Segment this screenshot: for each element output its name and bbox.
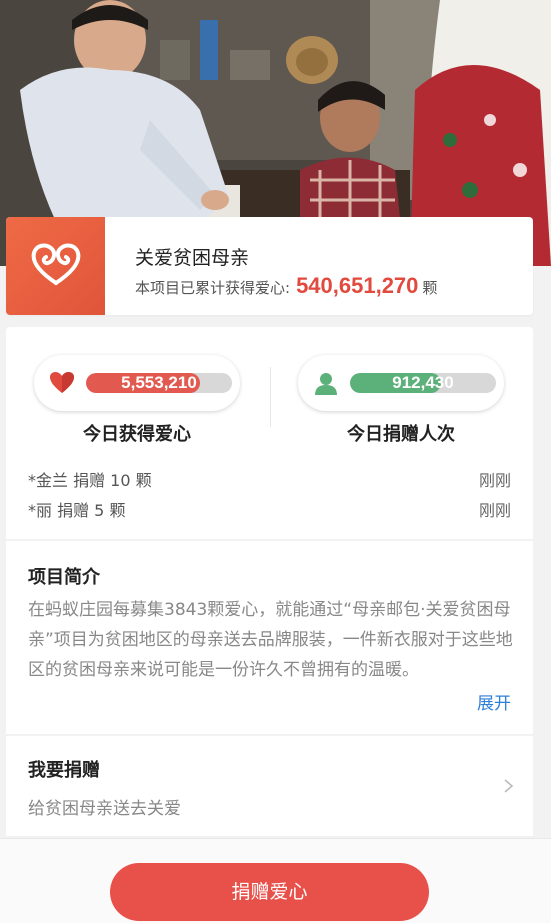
hearts-today-label: 今日获得爱心 [83, 424, 191, 445]
project-title: 关爱贫困母亲 [135, 247, 250, 269]
donate-section[interactable]: 我要捐赠 给贫困母亲送去关爱 [6, 736, 533, 836]
bottom-bar: 捐赠爱心 [0, 838, 551, 923]
project-header-card: 关爱贫困母亲 本项目已累计获得爱心: 540,651,270 颗 [6, 217, 533, 315]
expand-link[interactable]: 展开 [477, 689, 511, 714]
donors-stat-pill: 912,430 [298, 355, 504, 411]
donation-text: *金兰 捐赠 10 颗 [28, 471, 152, 490]
person-icon [312, 369, 340, 397]
hearts-today-value: 5,553,210 [121, 373, 197, 392]
project-logo [6, 217, 105, 315]
donation-time: 刚刚 [478, 501, 511, 520]
list-item: *丽 捐赠 5 颗 刚刚 [28, 497, 511, 520]
accumulated-unit: 颗 [422, 279, 438, 297]
donors-today-value: 912,430 [392, 373, 454, 392]
donation-text: *丽 捐赠 5 颗 [28, 501, 126, 520]
list-item: *金兰 捐赠 10 颗 刚刚 [28, 467, 511, 490]
donors-today-label: 今日捐赠人次 [347, 424, 455, 445]
donors-progress-bar: 912,430 [350, 373, 496, 393]
donate-title: 我要捐赠 [28, 760, 100, 781]
donation-time: 刚刚 [478, 471, 511, 490]
accumulated-label: 本项目已累计获得爱心: [135, 279, 291, 297]
stats-card: 5,553,210 今日获得爱心 912,430 今日捐赠人次 *金兰 捐赠 1… [6, 327, 533, 539]
hearts-progress-bar: 5,553,210 [86, 373, 232, 393]
chevron-right-icon [501, 778, 515, 793]
donate-subtitle: 给贫困母亲送去关爱 [28, 799, 181, 819]
heart-ribbon-icon [28, 241, 84, 291]
intro-text: 在蚂蚁庄园每募集3843颗爱心，就能通过“母亲邮包·关爱贫困母亲”项目为贫困地区… [28, 600, 513, 680]
accumulated-hearts: 本项目已累计获得爱心: 540,651,270 颗 [135, 273, 437, 299]
project-intro-section: 项目简介 在蚂蚁庄园每募集3843颗爱心，就能通过“母亲邮包·关爱贫困母亲”项目… [6, 541, 533, 734]
stats-divider [270, 367, 271, 427]
accumulated-count: 540,651,270 [296, 273, 419, 298]
intro-title: 项目简介 [28, 567, 100, 588]
donate-hearts-button[interactable]: 捐赠爱心 [110, 863, 429, 921]
hearts-stat-pill: 5,553,210 [34, 355, 240, 411]
heart-icon [48, 369, 76, 397]
